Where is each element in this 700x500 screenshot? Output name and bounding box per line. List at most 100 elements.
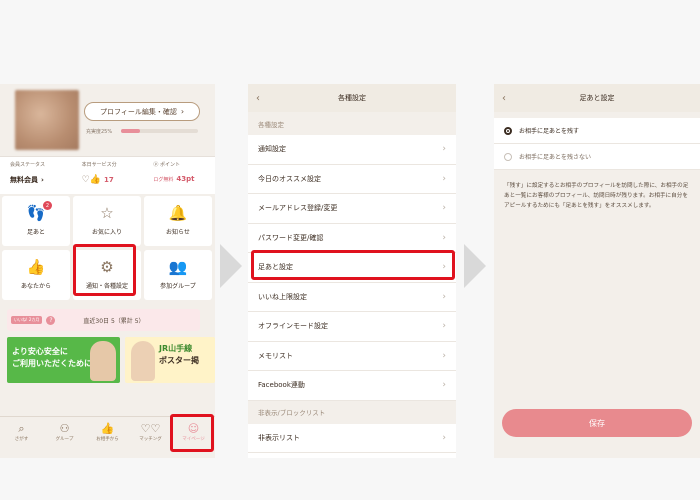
- help-icon[interactable]: ?: [46, 315, 56, 325]
- points-status[interactable]: ⓟ ポイント ログ無料 43pt: [143, 157, 215, 194]
- tab-search[interactable]: ⌕ さがす: [0, 417, 43, 458]
- save-button[interactable]: 保存: [502, 409, 692, 437]
- chevron-right-icon: ›: [442, 380, 446, 391]
- radio-label: お相手に足あとを残す: [519, 128, 580, 135]
- settings-item-recommend[interactable]: 今日のオススメ設定 ›: [248, 164, 456, 194]
- radio-selected-icon[interactable]: [504, 126, 512, 135]
- profile-fill-label: 充実度25%: [86, 129, 113, 135]
- points-tag: ログ無料: [153, 176, 174, 183]
- profile-edit-button[interactable]: プロフィール編集・確認 ›: [84, 102, 200, 121]
- settings-item-hidden-list[interactable]: 非表示リスト ›: [248, 423, 456, 453]
- bottom-tab-bar: ⌕ さがす ⚇ グループ 👍 お相手から ♡♡ マッチング ☺ マイページ: [0, 416, 215, 458]
- tab-groups[interactable]: ⚇ グループ: [43, 417, 86, 458]
- notification-badge: 2: [43, 201, 52, 210]
- tab-label: グループ: [55, 437, 74, 442]
- radio-label: お相手に足あとを残さない: [519, 154, 592, 161]
- chevron-right-icon: ›: [442, 144, 446, 155]
- profile-fill-bar: [121, 129, 141, 133]
- grid-item-settings[interactable]: ⚙ 通知・各種設定: [73, 250, 141, 300]
- back-icon[interactable]: ‹: [256, 93, 260, 104]
- grid-item-groups[interactable]: 👥 参加グループ: [144, 250, 212, 300]
- chevron-right-icon: ›: [442, 203, 446, 214]
- tab-mypage[interactable]: ☺ マイページ: [172, 417, 215, 458]
- tab-matching[interactable]: ♡♡ マッチング: [129, 417, 172, 458]
- settings-item-password[interactable]: パスワード変更/確認 ›: [248, 223, 456, 253]
- radio-unselected-icon[interactable]: [504, 152, 512, 161]
- settings-item-label: 足あと設定: [258, 263, 293, 272]
- chevron-right-icon: ›: [442, 291, 446, 302]
- settings-item-label: 通知設定: [258, 145, 286, 154]
- tab-label: マッチング: [139, 437, 162, 442]
- radio-no-footprint[interactable]: お相手に足あとを残さない: [494, 144, 700, 170]
- star-icon: ☆: [100, 204, 114, 222]
- avatar[interactable]: [15, 90, 79, 150]
- grid-item-footprints[interactable]: 👣 2 足あと: [2, 196, 70, 246]
- settings-item-memo[interactable]: メモリスト ›: [248, 341, 456, 371]
- member-status-label: 会員ステータス: [10, 162, 46, 168]
- likes-summary[interactable]: いいね! 2カ月 ? 直近30日 5（累計 5）: [7, 309, 200, 331]
- settings-item-label: 今日のオススメ設定: [258, 174, 321, 183]
- chevron-right-icon: ›: [442, 432, 446, 443]
- back-icon[interactable]: ‹: [502, 93, 506, 104]
- grid-item-from-you[interactable]: 👍 あなたから: [2, 250, 70, 300]
- tab-label: マイページ: [182, 437, 205, 442]
- footprints-icon: 👣: [26, 204, 46, 222]
- banner-text: JR山手線: [159, 344, 193, 353]
- hearts-icon: ♡♡: [140, 422, 161, 435]
- group-icon: ⚇: [59, 422, 70, 435]
- service-status[interactable]: 本日サービス分 ♡👍 17: [72, 157, 144, 194]
- tab-label: さがす: [14, 437, 29, 442]
- member-status[interactable]: 会員ステータス 無料会員 ›: [0, 157, 72, 194]
- gear-icon: ⚙: [100, 258, 114, 276]
- tab-from-partner[interactable]: 👍 お相手から: [86, 417, 129, 458]
- status-row: 会員ステータス 無料会員 › 本日サービス分 ♡👍 17 ⓟ ポイント ログ無料 43…: [0, 156, 215, 194]
- chevron-right-icon: ›: [442, 262, 446, 273]
- settings-item-offline[interactable]: オフラインモード設定 ›: [248, 312, 456, 342]
- likes-text: 直近30日 5（累計 5）: [83, 317, 145, 325]
- poster-banner[interactable]: JR山手線 ポスター掲: [125, 337, 215, 383]
- chevron-right-icon: ›: [442, 350, 446, 361]
- footprint-header: ‹ 足あと設定: [494, 84, 700, 112]
- person-icon: ☺: [187, 422, 200, 435]
- settings-screen: ‹ 各種設定 各種設定 通知設定 › 今日のオススメ設定 › メールアドレス登録/変…: [248, 84, 456, 458]
- settings-item-email[interactable]: メールアドレス登録/変更 ›: [248, 194, 456, 224]
- banner-text: 安全に: [43, 347, 68, 356]
- chevron-right-icon: ›: [442, 173, 446, 184]
- chevron-right-icon: ›: [180, 107, 185, 116]
- search-icon: ⌕: [18, 422, 25, 435]
- banner-person-image: [131, 341, 155, 381]
- settings-header: ‹ 各種設定: [248, 84, 456, 112]
- page-title: 足あと設定: [579, 94, 615, 102]
- member-status-value: 無料会員: [10, 176, 38, 184]
- settings-item-label: メモリスト: [258, 351, 293, 360]
- grid-item-label: 通知・各種設定: [85, 283, 128, 290]
- radio-leave-footprint[interactable]: お相手に足あとを残す: [494, 118, 700, 144]
- step-arrow: [464, 244, 486, 288]
- grid-item-notices[interactable]: 🔔 お知らせ: [144, 196, 212, 246]
- settings-item-label: メールアドレス登録/変更: [258, 204, 338, 213]
- grid-item-label: お気に入り: [91, 229, 122, 236]
- page-title: 各種設定: [338, 94, 366, 102]
- section-header: 各種設定: [248, 112, 456, 135]
- settings-item-like-limit[interactable]: いいね上限設定 ›: [248, 282, 456, 312]
- points-icon: ⓟ: [153, 162, 159, 168]
- bell-icon: 🔔: [168, 204, 188, 222]
- chevron-right-icon: ›: [41, 176, 44, 184]
- grid-item-favorites[interactable]: ☆ お気に入り: [73, 196, 141, 246]
- group-icon: 👥: [168, 258, 188, 276]
- settings-item-facebook[interactable]: Facebook連動 ›: [248, 371, 456, 401]
- tab-label: お相手から: [96, 437, 119, 442]
- points-label: ポイント: [159, 162, 180, 168]
- service-label: 本日サービス分: [81, 162, 117, 168]
- settings-item-label: いいね上限設定: [258, 292, 307, 301]
- grid-item-label: お知らせ: [166, 229, 190, 236]
- grid-item-label: 足あと: [26, 229, 45, 236]
- chevron-right-icon: ›: [442, 321, 446, 332]
- banner-person-image: [90, 341, 116, 381]
- thumbs-up-icon: 👍: [26, 258, 46, 276]
- thumbs-up-icon: 👍: [100, 422, 115, 435]
- safety-banner[interactable]: より安心安全に ご利用いただくために: [7, 337, 120, 383]
- settings-item-footprints[interactable]: 足あと設定 ›: [248, 253, 456, 283]
- settings-item-notification[interactable]: 通知設定 ›: [248, 135, 456, 165]
- banner-text: より安心: [12, 347, 44, 356]
